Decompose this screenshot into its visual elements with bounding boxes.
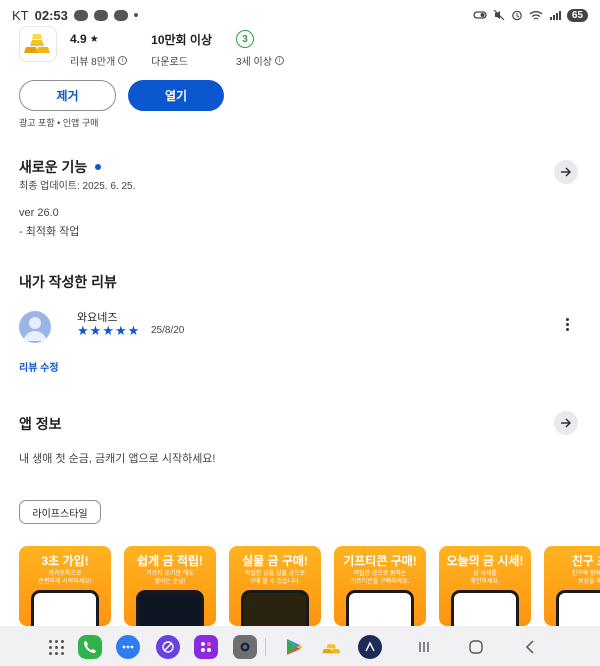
screenshot-subtitle: 친구와 함께 혜 보상을 제	[571, 571, 600, 585]
play-store-icon[interactable]	[282, 635, 306, 659]
uninstall-button[interactable]: 제거	[19, 80, 116, 111]
reviews-count: 리뷰 8만개	[70, 57, 116, 68]
app-stats: 4.9 ★ 리뷰 8만개 i 10만회 이상 다운로드 3 3세 이상 i	[70, 30, 308, 68]
gold-app-icon[interactable]	[320, 635, 344, 659]
avatar	[19, 311, 51, 343]
phone-mockup	[31, 590, 99, 626]
info-icon: i	[118, 56, 128, 65]
signal-icon	[549, 10, 561, 20]
review-date: 25/8/20	[151, 325, 185, 336]
app-drawer-icon[interactable]	[44, 635, 68, 659]
screenshot-card[interactable]: 기프티콘 구매! 적립한 금으로 원하는 기프티콘을 구매하세요.	[334, 546, 426, 626]
screenshot-card[interactable]: 3초 가입! 카카오톡으로 간편하게 시작하세요!	[19, 546, 111, 626]
screenshot-card[interactable]: 오늘의 금 시세! 금 시세를 확인하세요.	[439, 546, 531, 626]
home-button[interactable]	[466, 635, 486, 659]
phone-app-icon[interactable]	[78, 635, 102, 659]
screenshot-card[interactable]: 쉽게 금 적립! 기프티 도기만 해도 쌓이는 순금!	[124, 546, 216, 626]
messages-app-icon[interactable]	[116, 635, 140, 659]
arrow-right-icon	[561, 418, 572, 428]
dock-divider	[265, 638, 266, 656]
navigation-bar	[0, 626, 600, 666]
star-icon: ★	[102, 323, 114, 338]
screenshot-subtitle: 카카오톡으로 간편하게 시작하세요!	[38, 571, 92, 585]
phone-mockup	[346, 590, 414, 626]
phone-mockup	[451, 590, 519, 626]
screenshot-title: 실물 금 구매!	[242, 554, 308, 568]
whats-new-title: 새로운 기능	[19, 159, 88, 175]
gold-bars-icon	[24, 34, 50, 53]
screenshot-subtitle: 금 시세를 확인하세요.	[470, 571, 500, 585]
star-icon: ★	[77, 323, 89, 338]
age-rating-label: 3세 이상	[235, 57, 272, 68]
whats-new-arrow-button[interactable]	[554, 160, 578, 184]
wifi-icon	[529, 10, 543, 20]
rating-stat[interactable]: 4.9 ★ 리뷰 8만개 i	[70, 30, 128, 68]
carrier-label: KT	[12, 7, 29, 23]
battery-indicator: 65	[566, 8, 588, 22]
screenshot-carousel[interactable]: 3초 가입! 카카오톡으로 간편하게 시작하세요! 쉽게 금 적립! 기프티 도기만 …	[19, 546, 600, 626]
star-icon: ★	[114, 323, 127, 338]
downloads-value: 10만회 이상	[151, 32, 212, 47]
game-controller-icon-2	[113, 9, 128, 21]
calculator-app-icon[interactable]	[194, 635, 218, 659]
screenshot-card[interactable]: 실물 금 구매! 적립한 금을 실물 금으로 구매 할 수 있습니다.	[229, 546, 321, 626]
screenshot-title: 3초 가입!	[41, 554, 89, 568]
status-bar: KT 02:53 65	[0, 0, 600, 30]
app-info-arrow-button[interactable]	[554, 411, 578, 435]
talk-notification-icon	[73, 9, 88, 21]
user-icon	[23, 317, 47, 341]
star-icon: ★	[89, 33, 99, 45]
app-icon	[19, 26, 57, 62]
phone-mockup	[136, 590, 204, 626]
my-review-title: 내가 작성한 리뷰	[19, 274, 117, 290]
age-rating-badge: 3	[235, 30, 254, 48]
alarm-icon	[512, 10, 522, 21]
more-options-icon[interactable]	[566, 318, 569, 331]
downloads-stat: 10만회 이상 다운로드	[151, 30, 212, 69]
my-review-header: 내가 작성한 리뷰	[19, 272, 117, 292]
screenshot-card[interactable]: 친구 초친구와 함께 혜 보상을 제	[544, 546, 600, 626]
recent-app-icon[interactable]	[358, 635, 382, 659]
version-text: ver 26.0	[19, 207, 59, 219]
release-notes: - 최적화 작업	[19, 226, 80, 238]
phone-mockup	[556, 590, 600, 626]
age-rating-stat[interactable]: 3 3세 이상 i	[235, 30, 284, 68]
back-button[interactable]	[520, 635, 540, 659]
screenshot-title: 오늘의 금 시세!	[446, 554, 524, 568]
app-info-header[interactable]: 앱 정보	[19, 414, 62, 434]
new-indicator-dot	[95, 164, 102, 170]
toggle-icon	[473, 11, 487, 19]
internet-app-icon[interactable]	[156, 635, 180, 659]
whats-new-header[interactable]: 새로운 기능	[19, 157, 102, 177]
last-updated: 최종 업데이트: 2025. 6. 25.	[19, 181, 136, 192]
clock: 02:53	[34, 7, 68, 23]
ads-notice: 광고 포함 • 인앱 구매	[19, 118, 99, 128]
arrow-right-icon	[561, 167, 572, 177]
downloads-label: 다운로드	[151, 57, 188, 68]
screenshot-subtitle: 적립한 금으로 원하는 기프티콘을 구매하세요.	[350, 571, 410, 585]
screenshot-subtitle: 기프티 도기만 해도 쌓이는 순금!	[146, 571, 194, 585]
review-stars: ★ ★ ★ ★ ★	[77, 323, 139, 339]
open-button[interactable]: 열기	[128, 80, 224, 111]
recents-button[interactable]	[414, 635, 434, 659]
screenshot-title: 기프티콘 구매!	[343, 554, 417, 568]
info-icon: i	[274, 56, 284, 65]
phone-mockup	[241, 590, 309, 626]
star-icon: ★	[89, 323, 102, 338]
category-chip[interactable]: 라이프스타일	[19, 500, 101, 524]
screenshot-subtitle: 적립한 금을 실물 금으로 구매 할 수 있습니다.	[244, 571, 306, 585]
camera-app-icon[interactable]	[233, 635, 257, 659]
screenshot-title: 친구 초	[571, 554, 600, 568]
rating-value: 4.9	[70, 32, 87, 46]
edit-review-link[interactable]: 리뷰 수정	[19, 359, 59, 374]
app-info-title: 앱 정보	[19, 416, 62, 432]
mute-icon	[493, 9, 505, 21]
more-notifications-dot	[133, 13, 138, 17]
screenshot-title: 쉽게 금 적립!	[137, 554, 203, 568]
app-description: 내 생애 첫 순금, 금캐기 앱으로 시작하세요!	[19, 453, 216, 465]
star-icon: ★	[127, 323, 140, 338]
game-controller-icon	[93, 9, 108, 21]
